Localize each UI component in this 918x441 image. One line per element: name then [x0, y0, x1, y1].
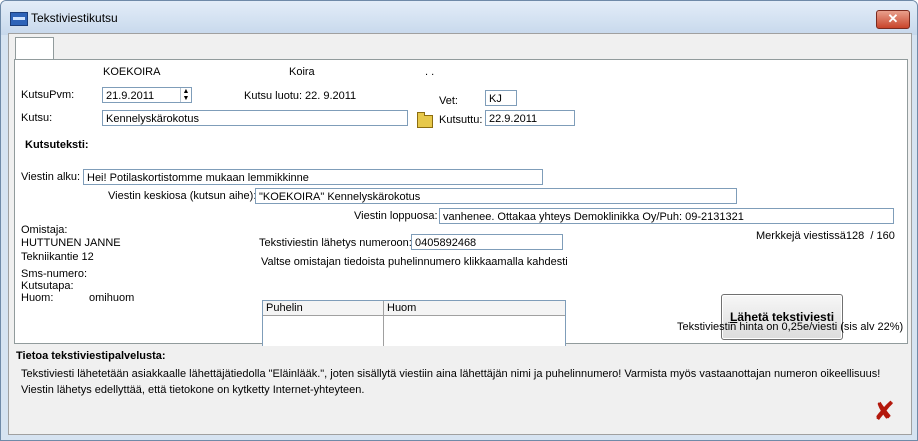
exit-icon[interactable]: ✘ [873, 399, 895, 425]
window-title: Tekstiviestikutsu [31, 11, 118, 25]
kutsupvm-label: KutsuPvm: [21, 89, 75, 101]
message-start-field[interactable]: Hei! Potilaskortistomme mukaan lemmikkin… [83, 169, 543, 185]
info-section: Tietoa tekstiviestipalvelusta: Tekstivie… [10, 346, 908, 432]
sms-number-label: Sms-numero: [21, 268, 88, 280]
kutsu-luotu-label: Kutsu luotu: [244, 90, 303, 102]
send-number-label: Tekstiviestin lähetys numeroon: [259, 237, 412, 249]
close-button[interactable]: ✕ [876, 10, 910, 29]
info-line-2: Viestin lähetys edellyttää, että tietoko… [21, 384, 365, 396]
invitation-panel: KOEKOIRA Koira . . KutsuPvm: 21.9.2011 ▲… [14, 59, 908, 369]
char-count-value: 128 [845, 230, 865, 242]
window: Tekstiviestikutsu ✕ KOEKOIRA Koira . . K… [0, 0, 918, 441]
owner-address: Tekniikantie 12 [21, 251, 94, 263]
vet-field[interactable]: KJ [485, 90, 517, 106]
send-sms-button[interactable]: Lähetä tekstiviesti [721, 294, 843, 340]
animal-name: KOEKOIRA [103, 66, 161, 78]
vet-label: Vet: [439, 95, 458, 107]
message-start-label: Viestin alku: [21, 171, 81, 183]
huom-value: omihuom [89, 292, 135, 304]
info-line-1: Tekstiviesti lähetetään asiakkaalle lähe… [21, 368, 881, 380]
app-icon [10, 12, 28, 26]
kutsu-label: Kutsu: [21, 112, 53, 124]
kutsupvm-field[interactable]: 21.9.2011 ▲ ▼ [102, 87, 192, 103]
header-extra: . . [425, 66, 435, 78]
grid-header-puhelin[interactable]: Puhelin [263, 301, 384, 316]
message-middle-label: Viestin keskiosa (kutsun aihe): [108, 190, 257, 202]
select-hint: Valtse omistajan tiedoista puhelinnumero… [261, 256, 568, 268]
huom-label: Huom: [21, 292, 54, 304]
folder-icon[interactable] [417, 112, 433, 128]
info-title: Tietoa tekstiviestipalvelusta: [16, 350, 166, 362]
owner-label: Omistaja: [21, 224, 68, 236]
message-end-label: Viestin loppuosa: [354, 210, 438, 222]
message-end-field[interactable]: vanhenee. Ottakaa yhteys Demoklinikka Oy… [439, 208, 894, 224]
kutsu-luotu-value: 22. 9.2011 [305, 90, 357, 102]
tab[interactable] [15, 37, 54, 60]
owner-name: HUTTUNEN JANNE [21, 237, 121, 249]
char-count: Merkkejä viestissä128 / 160 [756, 230, 895, 242]
grid-header-huom[interactable]: Huom [384, 301, 565, 316]
kutsuttu-field[interactable]: 22.9.2011 [485, 110, 575, 126]
char-count-max: / 160 [870, 230, 895, 242]
kutsuteksti-heading: Kutsuteksti: [25, 139, 89, 151]
char-count-label: Merkkejä viestissä [756, 230, 846, 242]
kutsupvm-value: 21.9.2011 [106, 90, 155, 102]
send-number-field[interactable]: 0405892468 [411, 234, 563, 250]
kutsuttu-label: Kutsuttu: [439, 114, 483, 126]
client-area: KOEKOIRA Koira . . KutsuPvm: 21.9.2011 ▲… [8, 33, 912, 435]
kutsu-field[interactable]: Kennelyskärokotus [102, 110, 408, 126]
sms-price-text: Tekstiviestin hinta on 0,25e/viesti (sis… [677, 321, 904, 333]
date-spinner[interactable]: ▲ ▼ [180, 88, 191, 102]
title-bar: Tekstiviestikutsu ✕ [1, 1, 917, 35]
message-middle-field[interactable]: "KOEKOIRA" Kennelyskärokotus [255, 188, 737, 204]
kutsutapa-label: Kutsutapa: [21, 280, 74, 292]
animal-species: Koira [289, 66, 315, 78]
